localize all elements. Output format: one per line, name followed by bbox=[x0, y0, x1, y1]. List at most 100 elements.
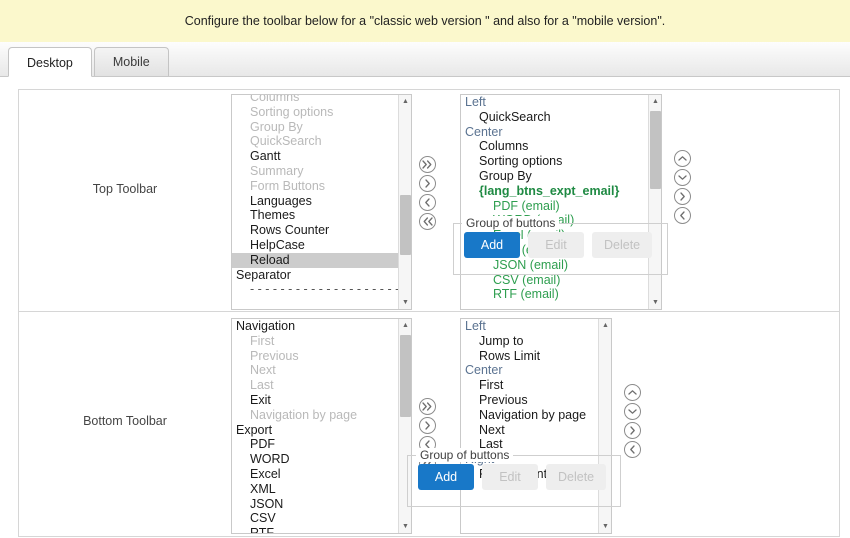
list-item[interactable]: Reload bbox=[232, 253, 398, 268]
list-item[interactable]: {lang_btns_expt_email} bbox=[461, 184, 648, 199]
list-item[interactable]: XML bbox=[232, 482, 398, 497]
scroll-down-arrow-icon[interactable]: ▼ bbox=[399, 296, 412, 309]
list-item[interactable]: First bbox=[232, 334, 398, 349]
list-item[interactable]: Left bbox=[461, 95, 648, 110]
bottom-toolbar-available-list[interactable]: NavigationFirstPreviousNextLastExitNavig… bbox=[231, 318, 412, 534]
edit-button: Edit bbox=[528, 232, 584, 258]
list-item[interactable]: Themes bbox=[232, 208, 398, 223]
group-of-buttons-actions: Add Edit Delete bbox=[464, 232, 657, 258]
list-item[interactable]: RTF (email) bbox=[461, 287, 648, 302]
bottom-toolbar-row: Bottom Toolbar NavigationFirstPreviousNe… bbox=[19, 312, 839, 535]
chevron-left-icon[interactable] bbox=[624, 441, 641, 458]
scroll-down-arrow-icon[interactable]: ▼ bbox=[399, 520, 412, 533]
list-item[interactable]: WORD bbox=[232, 452, 398, 467]
chevron-right-icon[interactable] bbox=[419, 175, 436, 192]
tab-desktop-label: Desktop bbox=[27, 56, 73, 70]
top-toolbar-selected-scrollbar[interactable]: ▲ ▼ bbox=[648, 95, 661, 309]
toolbar-config-panel: Top Toolbar ColumnsSorting optionsGroup … bbox=[18, 89, 840, 537]
list-item[interactable]: RTF bbox=[232, 526, 398, 534]
list-item[interactable]: Center bbox=[461, 125, 648, 140]
scroll-up-arrow-icon[interactable]: ▲ bbox=[399, 319, 412, 332]
instruction-banner: Configure the toolbar below for a "class… bbox=[0, 0, 850, 42]
list-item[interactable]: Group By bbox=[232, 120, 398, 135]
list-item[interactable]: Summary bbox=[232, 164, 398, 179]
list-item[interactable]: Navigation bbox=[232, 319, 398, 334]
top-toolbar-row: Top Toolbar ColumnsSorting optionsGroup … bbox=[19, 90, 839, 312]
scrollbar-thumb[interactable] bbox=[650, 111, 661, 189]
list-item[interactable]: Excel bbox=[232, 467, 398, 482]
tab-strip: Desktop Mobile bbox=[0, 42, 850, 77]
list-item[interactable]: PDF bbox=[232, 437, 398, 452]
top-toolbar-available-list[interactable]: ColumnsSorting optionsGroup ByQuickSearc… bbox=[231, 94, 412, 310]
scroll-down-arrow-icon[interactable]: ▼ bbox=[649, 296, 662, 309]
scrollbar-thumb[interactable] bbox=[400, 195, 411, 255]
group-of-buttons-legend: Group of buttons bbox=[416, 448, 513, 462]
top-toolbar-group-of-buttons: Group of buttons Add Edit Delete bbox=[453, 223, 668, 275]
list-item[interactable]: Next bbox=[461, 423, 598, 438]
list-item[interactable]: QuickSearch bbox=[461, 110, 648, 125]
chevron-up-icon[interactable] bbox=[624, 384, 641, 401]
list-item[interactable]: Group By bbox=[461, 169, 648, 184]
bottom-toolbar-group-of-buttons: Group of buttons Add Edit Delete bbox=[407, 455, 621, 507]
list-item[interactable]: Columns bbox=[232, 94, 398, 105]
add-button[interactable]: Add bbox=[464, 232, 520, 258]
list-item[interactable]: Center bbox=[461, 363, 598, 378]
list-item[interactable]: Form Buttons bbox=[232, 179, 398, 194]
double-chevron-right-icon[interactable] bbox=[419, 156, 436, 173]
list-item[interactable]: Columns bbox=[461, 139, 648, 154]
add-button[interactable]: Add bbox=[418, 464, 474, 490]
top-toolbar-label: Top Toolbar bbox=[19, 90, 231, 196]
list-item[interactable]: Navigation by page bbox=[461, 408, 598, 423]
group-of-buttons-actions: Add Edit Delete bbox=[418, 464, 610, 490]
list-item[interactable]: Languages bbox=[232, 194, 398, 209]
list-item[interactable]: Previous bbox=[232, 349, 398, 364]
chevron-left-icon[interactable] bbox=[419, 194, 436, 211]
chevron-up-icon[interactable] bbox=[674, 150, 691, 167]
list-item[interactable]: Separator bbox=[232, 268, 398, 283]
list-item[interactable]: Jump to bbox=[461, 334, 598, 349]
list-item[interactable]: QuickSearch bbox=[232, 134, 398, 149]
chevron-left-icon[interactable] bbox=[674, 207, 691, 224]
chevron-right-icon[interactable] bbox=[674, 188, 691, 205]
top-toolbar-available-items: ColumnsSorting optionsGroup ByQuickSearc… bbox=[232, 94, 398, 297]
list-item[interactable]: Left bbox=[461, 319, 598, 334]
list-item[interactable]: Last bbox=[232, 378, 398, 393]
list-item[interactable]: Export bbox=[232, 423, 398, 438]
top-toolbar-selected-list[interactable]: LeftQuickSearchCenterColumnsSorting opti… bbox=[460, 94, 662, 310]
list-item[interactable]: Gantt bbox=[232, 149, 398, 164]
bottom-toolbar-label: Bottom Toolbar bbox=[19, 312, 231, 428]
list-item[interactable]: JSON bbox=[232, 497, 398, 512]
delete-button: Delete bbox=[592, 232, 652, 258]
top-toolbar-transfer-buttons bbox=[419, 90, 436, 230]
list-item[interactable]: Next bbox=[232, 363, 398, 378]
scroll-down-arrow-icon[interactable]: ▼ bbox=[599, 520, 612, 533]
scroll-up-arrow-icon[interactable]: ▲ bbox=[599, 319, 612, 332]
list-item[interactable]: Sorting options bbox=[232, 105, 398, 120]
list-item[interactable]: Previous bbox=[461, 393, 598, 408]
list-item[interactable]: Rows Counter bbox=[232, 223, 398, 238]
chevron-down-icon[interactable] bbox=[674, 169, 691, 186]
chevron-right-icon[interactable] bbox=[624, 422, 641, 439]
list-item[interactable]: CSV bbox=[232, 511, 398, 526]
list-item[interactable]: PDF (email) bbox=[461, 199, 648, 214]
list-item[interactable]: First bbox=[461, 378, 598, 393]
top-toolbar-available-scrollbar[interactable]: ▲ ▼ bbox=[398, 95, 411, 309]
chevron-right-icon[interactable] bbox=[419, 417, 436, 434]
list-item[interactable]: HelpCase bbox=[232, 238, 398, 253]
tab-desktop[interactable]: Desktop bbox=[8, 47, 92, 77]
group-of-buttons-legend: Group of buttons bbox=[462, 216, 559, 230]
scroll-up-arrow-icon[interactable]: ▲ bbox=[399, 95, 412, 108]
tab-mobile[interactable]: Mobile bbox=[94, 47, 169, 76]
double-chevron-right-icon[interactable] bbox=[419, 398, 436, 415]
scroll-up-arrow-icon[interactable]: ▲ bbox=[649, 95, 662, 108]
double-chevron-left-icon[interactable] bbox=[419, 213, 436, 230]
scrollbar-thumb[interactable] bbox=[400, 335, 411, 417]
bottom-toolbar-available-items: NavigationFirstPreviousNextLastExitNavig… bbox=[232, 319, 398, 534]
delete-button: Delete bbox=[546, 464, 606, 490]
list-item[interactable]: Rows Limit bbox=[461, 349, 598, 364]
list-item[interactable]: Navigation by page bbox=[232, 408, 398, 423]
list-item[interactable]: - - - - - - - - - - - - - - - - - - - - … bbox=[232, 282, 398, 297]
list-item[interactable]: Exit bbox=[232, 393, 398, 408]
list-item[interactable]: Sorting options bbox=[461, 154, 648, 169]
chevron-down-icon[interactable] bbox=[624, 403, 641, 420]
